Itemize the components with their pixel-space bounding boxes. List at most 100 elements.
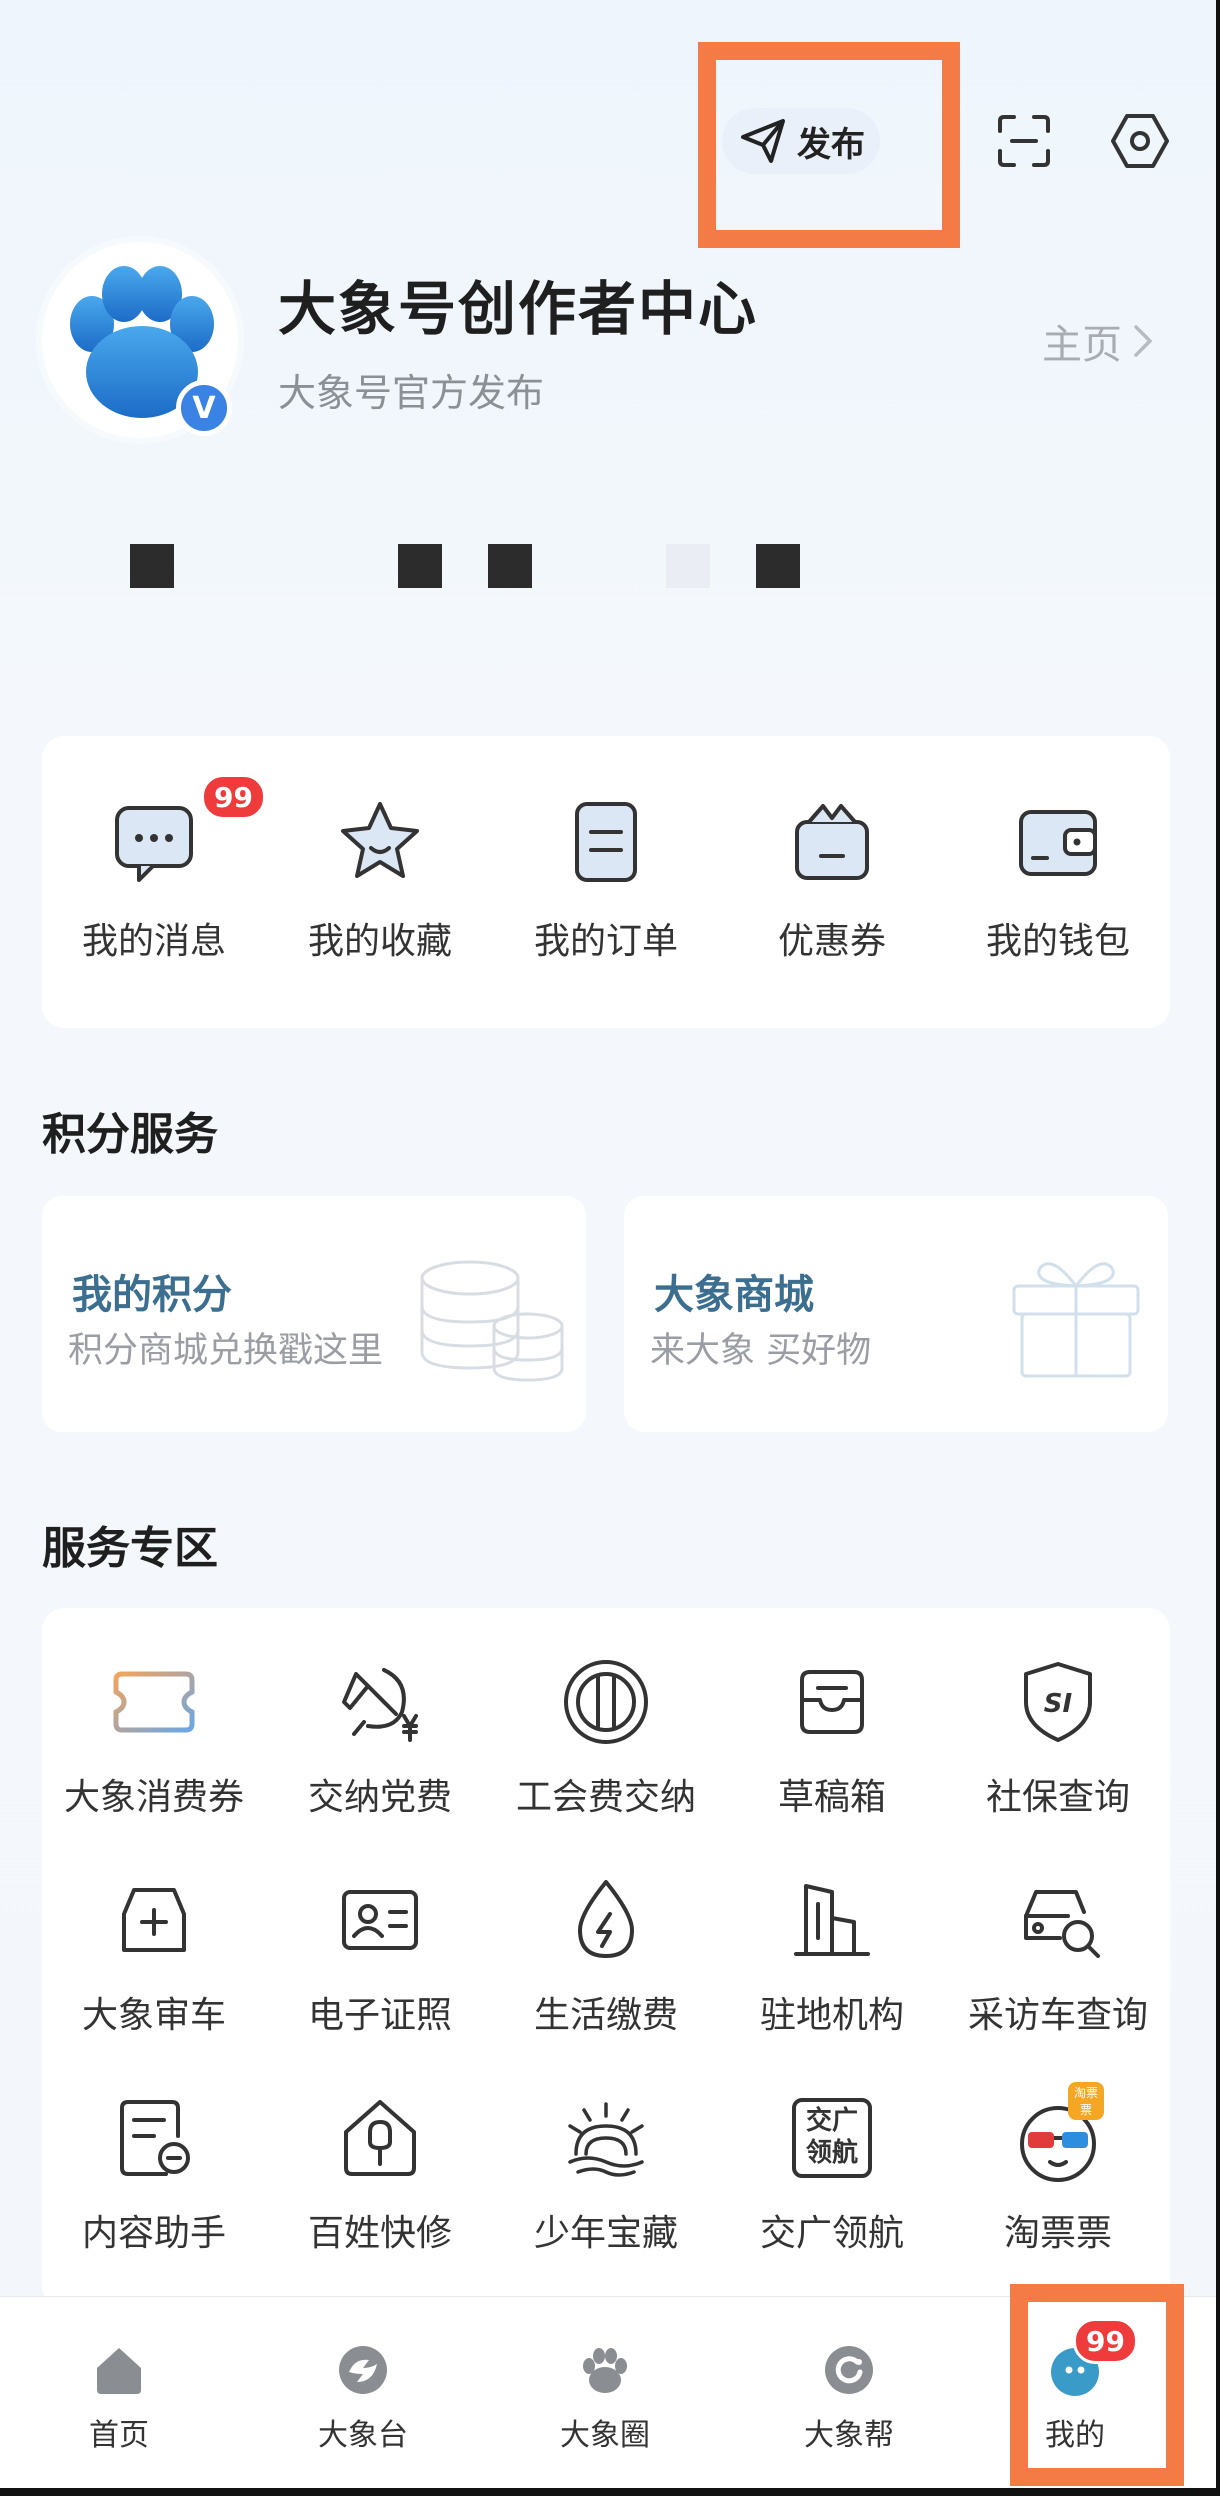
homepage-label: 主页 (1042, 322, 1122, 368)
scan-icon (998, 115, 1050, 167)
service-label: 交纳党费 (307, 1777, 452, 1818)
tab-elephant-tv[interactable]: 大象台 (288, 2342, 438, 2454)
ticket-icon (113, 1671, 195, 1733)
order-icon (575, 802, 637, 882)
repair-icon (344, 2100, 416, 2176)
quick-action-wallet[interactable]: 我的钱包 (958, 796, 1158, 964)
mall-card-subtitle: 来大象 买好物 (650, 1331, 872, 1371)
wallet-icon (1019, 810, 1097, 876)
message-badge: 99 (201, 774, 266, 820)
svg-text:SI: SI (1044, 1689, 1073, 1719)
service-label: 百姓快修 (307, 2213, 452, 2254)
service-social-security[interactable]: SI 社保查询 (946, 1656, 1170, 1820)
quick-action-label: 我的消息 (81, 921, 226, 962)
help-icon (825, 2346, 873, 2394)
jiaoguang-icon-text-2: 领航 (805, 2138, 858, 2168)
mall-card[interactable]: 大象商城 来大象 买好物 (624, 1196, 1168, 1432)
tab-label: 大象帮 (804, 2418, 894, 2453)
car-search-icon (1024, 1890, 1100, 1958)
quick-action-favorites[interactable]: 我的收藏 (280, 796, 480, 964)
service-taopiaopiao[interactable]: 淘票票 淘票票 (946, 2082, 1170, 2256)
service-label: 生活缴费 (533, 1995, 678, 2036)
service-utility-bills[interactable]: 生活缴费 (494, 1874, 718, 2038)
service-party-fee[interactable]: 交纳党费 (268, 1656, 492, 1820)
service-quick-repair[interactable]: 百姓快修 (268, 2092, 492, 2256)
service-label: 采访车查询 (967, 1995, 1148, 2036)
service-consumption-voucher[interactable]: 大象消费券 (42, 1656, 266, 1820)
service-label: 工会费交纳 (515, 1777, 696, 1818)
redacted-stat-3 (488, 544, 532, 588)
tab-elephant-help[interactable]: 大象帮 (774, 2342, 924, 2454)
quick-action-orders[interactable]: 我的订单 (506, 796, 706, 964)
points-card-title: 我的积分 (72, 1272, 232, 1318)
service-union-fee[interactable]: 工会费交纳 (494, 1656, 718, 1820)
service-label: 驻地机构 (759, 1995, 904, 2036)
redacted-stat-2 (398, 544, 442, 588)
tab-home[interactable]: 首页 (44, 2342, 194, 2454)
points-section-title: 积分服务 (42, 1109, 218, 1160)
quick-action-label: 我的订单 (533, 921, 678, 962)
quick-action-label: 优惠券 (777, 921, 886, 962)
service-e-license[interactable]: 电子证照 (268, 1874, 492, 2038)
service-car-inspection[interactable]: 大象审车 (42, 1874, 266, 2038)
taopiaopiao-tag: 淘票票 (1068, 2082, 1104, 2120)
quick-action-messages[interactable]: 99 我的消息 (54, 774, 266, 964)
tab-label: 首页 (89, 2418, 149, 2453)
homepage-link[interactable]: 主页 (1042, 312, 1154, 370)
service-local-office[interactable]: 驻地机构 (720, 1874, 944, 2038)
highlight-box-me-tab (1010, 2284, 1184, 2486)
service-youth-treasure[interactable]: 少年宝藏 (494, 2092, 718, 2256)
gift-icon (1012, 1262, 1140, 1378)
jiaoguang-icon-text-1: 交广 (805, 2106, 858, 2136)
paw-icon (583, 2348, 627, 2393)
service-label: 内容助手 (81, 2213, 226, 2254)
star-icon (341, 802, 419, 878)
service-content-assistant[interactable]: 内容助手 (42, 2092, 266, 2256)
service-label: 少年宝藏 (533, 2213, 678, 2254)
coins-icon (420, 1260, 564, 1382)
youth-treasure-icon (568, 2102, 644, 2177)
social-security-icon: SI (1024, 1662, 1092, 1742)
union-icon (564, 1660, 648, 1744)
service-label: 大象审车 (81, 1995, 226, 2036)
verified-badge: V (176, 380, 232, 436)
screen-edge-right (1216, 0, 1220, 2496)
service-jiaoguang[interactable]: 交广 领航 交广领航 (720, 2092, 944, 2256)
party-fee-icon (342, 1668, 418, 1742)
quick-action-label: 我的收藏 (307, 921, 452, 962)
quick-action-label: 我的钱包 (985, 921, 1130, 962)
settings-icon (1111, 114, 1169, 168)
building-icon (794, 1884, 870, 1956)
service-label: 电子证照 (307, 1995, 452, 2036)
service-label: 淘票票 (1003, 2213, 1112, 2254)
message-icon (115, 806, 193, 882)
tab-label: 大象台 (318, 2418, 408, 2453)
content-assistant-icon (120, 2100, 190, 2176)
redacted-stat-4 (666, 544, 710, 588)
utility-bill-icon (578, 1880, 634, 1958)
id-card-icon (342, 1890, 418, 1950)
elephant-tv-icon (339, 2346, 387, 2394)
redacted-stat-1 (130, 544, 174, 588)
service-label: 交广领航 (759, 2213, 904, 2254)
service-drafts[interactable]: 草稿箱 (720, 1656, 944, 1820)
service-label: 大象消费券 (63, 1777, 244, 1818)
profile-name: 大象号创作者中心 (278, 275, 759, 343)
tab-label: 大象圈 (560, 2418, 650, 2453)
service-label: 草稿箱 (777, 1777, 886, 1818)
screen-edge-bottom (0, 2488, 1220, 2496)
highlight-box-publish (698, 42, 960, 248)
my-points-card[interactable]: 我的积分 积分商城兑换戳这里 (42, 1196, 586, 1432)
quick-action-coupons[interactable]: 优惠券 (732, 796, 932, 964)
settings-button[interactable] (1105, 106, 1175, 176)
draft-box-icon (800, 1670, 864, 1734)
redacted-stat-5 (756, 544, 800, 588)
chevron-right-icon (1134, 325, 1153, 357)
tab-elephant-circle[interactable]: 大象圈 (530, 2342, 680, 2454)
coupon-icon (795, 804, 869, 880)
service-interview-car[interactable]: 采访车查询 (946, 1874, 1170, 2038)
service-label: 社保查询 (985, 1777, 1130, 1818)
scan-button[interactable] (989, 106, 1059, 176)
points-card-subtitle: 积分商城兑换戳这里 (68, 1331, 384, 1371)
car-inspection-icon (122, 1888, 186, 1952)
